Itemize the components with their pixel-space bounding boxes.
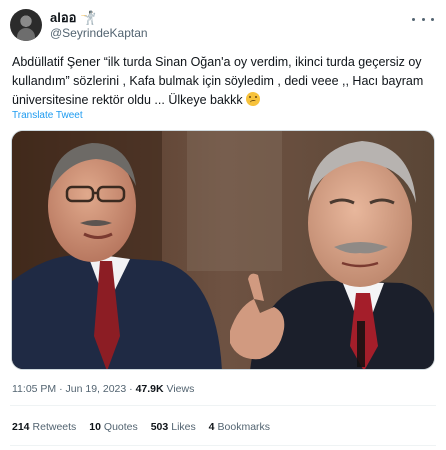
quotes-stat[interactable]: 10 Quotes <box>89 421 138 433</box>
avatar[interactable] <box>10 9 42 41</box>
views-count: 47.9K <box>135 383 164 395</box>
tweet-stats: 214 Retweets 10 Quotes 503 Likes 4 Bookmarks <box>12 421 280 433</box>
author-handle[interactable]: @SeyrindeKaptan <box>50 26 148 41</box>
tweet-date[interactable]: Jun 19, 2023 <box>66 383 127 395</box>
views-label: Views <box>166 383 195 395</box>
more-options-icon[interactable] <box>412 12 434 26</box>
translate-tweet-link[interactable]: Translate Tweet <box>12 110 83 121</box>
meta-separator: · <box>129 383 133 395</box>
quotes-label: Quotes <box>103 421 138 433</box>
likes-count: 503 <box>150 421 169 433</box>
tweet-header: alออ 🤺 @SeyrindeKaptan <box>10 8 436 44</box>
author-display-name[interactable]: alออ 🤺 <box>50 10 148 26</box>
author-names[interactable]: alออ 🤺 @SeyrindeKaptan <box>50 10 148 41</box>
tweet-meta: 11:05 PM · Jun 19, 2023 · 47.9K Views <box>12 383 194 395</box>
likes-stat[interactable]: 503 Likes <box>151 421 196 433</box>
tweet-time[interactable]: 11:05 PM <box>12 383 56 395</box>
bookmarks-stat[interactable]: 4 Bookmarks <box>209 421 270 433</box>
retweets-label: Retweets <box>32 421 77 433</box>
bookmarks-label: Bookmarks <box>217 421 271 433</box>
woozy-face-emoji-icon <box>246 92 261 106</box>
divider <box>10 405 436 406</box>
retweets-count: 214 <box>12 421 30 433</box>
meta-separator: · <box>59 383 63 395</box>
tweet-photo[interactable] <box>11 130 435 370</box>
divider <box>10 445 436 446</box>
photo-two-men-icon <box>12 131 434 369</box>
tweet-text: Abdüllatif Şener “ilk turda Sinan Oğan'a… <box>12 53 440 110</box>
likes-label: Likes <box>171 421 196 433</box>
retweets-stat[interactable]: 214 Retweets <box>12 421 76 433</box>
quotes-count: 10 <box>89 421 101 433</box>
bookmarks-count: 4 <box>208 421 215 433</box>
tweet-body: Abdüllatif Şener “ilk turda Sinan Oğan'a… <box>12 55 424 107</box>
